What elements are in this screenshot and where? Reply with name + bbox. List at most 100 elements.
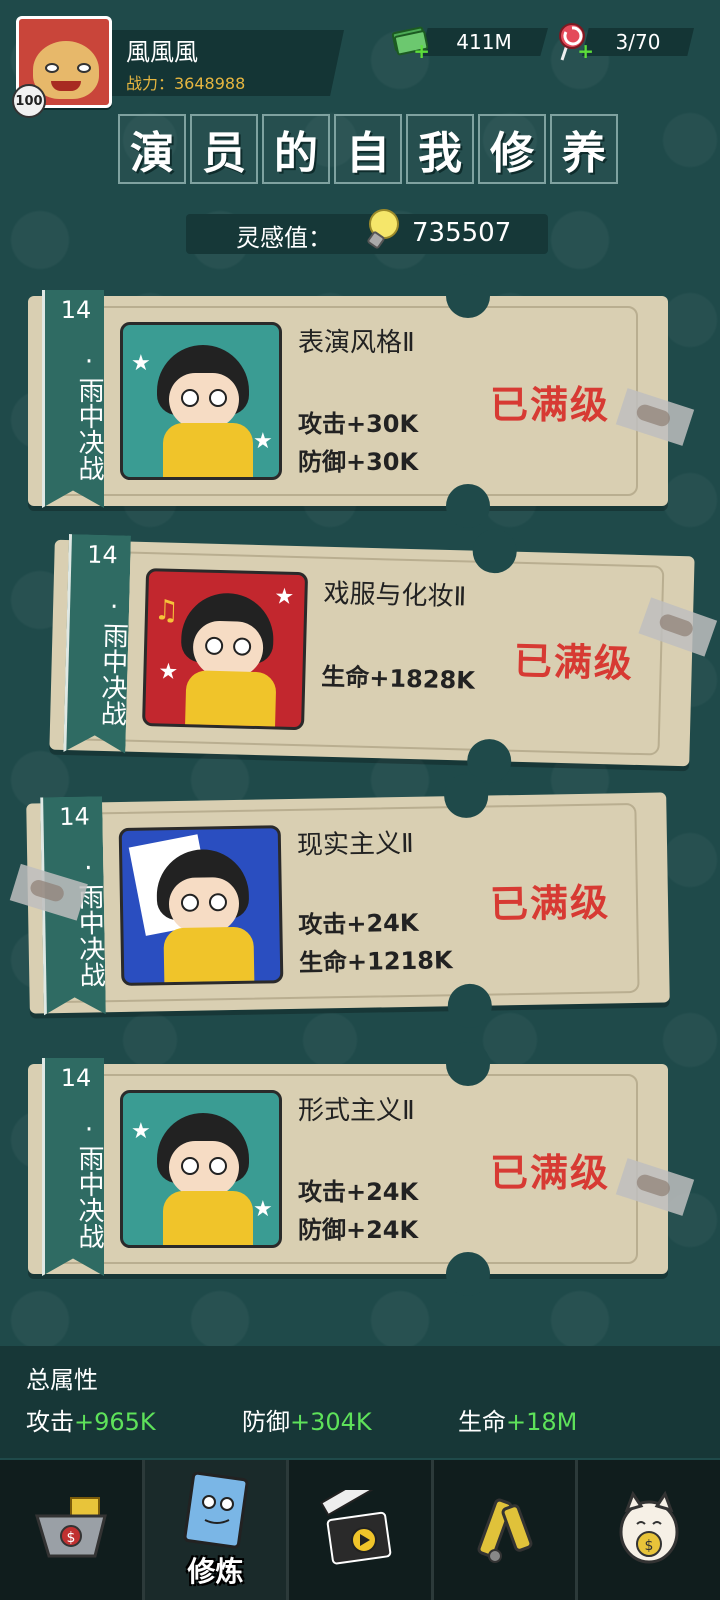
stat-line: 生命+1218K [298,946,453,977]
player-info-panel: 風風風 战力：3648988 [112,30,344,96]
skill-portrait: ★ ★ ♫ [142,568,309,731]
portrait-eye [181,1157,199,1175]
title-char: 自 [334,114,402,184]
life-label: 生命 [458,1408,506,1436]
chapter-number: 14 [60,1064,92,1092]
stage-name: ·雨中决战 [95,591,130,727]
ticket-notch [447,983,493,1029]
portrait-body [163,926,255,986]
inspiration-label: 灵感值： [236,224,332,252]
stat-line: 攻击+24K [298,908,419,939]
portrait-body [163,1191,253,1245]
total-life: 生命+18M [458,1402,577,1437]
portrait-eye [209,1157,227,1175]
music-note-icon: ♫ [153,593,180,627]
skill-card[interactable]: 14 ·雨中决战 ★ ★ 表演风格Ⅱ 攻击+30K 防御+30K 已满级 [28,274,695,528]
star-icon: ★ [253,1197,273,1222]
title-char: 演 [118,114,186,184]
portrait-face [169,373,239,429]
skill-card[interactable]: 14 ·雨中决战 ★ ★ ♫ 戏服与化妆Ⅱ 生命+1828K 已满级 [49,528,718,784]
skill-portrait: ★ ★ [120,1090,282,1248]
attack-value: +965K [74,1408,156,1436]
star-icon: ★ [131,1119,151,1144]
star-icon: ★ [253,429,273,454]
money-add-button[interactable]: + [391,22,430,63]
top-bar: 100 風風風 战力：3648988 411M + 3/70 + [0,0,720,118]
skill-name: 形式主义Ⅱ [298,1096,415,1126]
defense-value: +304K [290,1408,372,1436]
inspiration-value: 735507 [412,218,512,248]
skill-name: 现实主义Ⅱ [296,828,415,861]
stage-ribbon: 14 ·雨中决战 [63,534,131,754]
stat-line: 防御+30K [298,448,419,476]
stage-name: ·雨中决战 [74,347,104,481]
ticket-notch [446,484,490,528]
clapperboard-icon [319,1490,392,1565]
svg-text:$: $ [645,1538,654,1554]
ticket-notch [446,1042,490,1086]
ticket-notch [446,1252,490,1296]
chapter-number: 14 [58,802,90,832]
nav-explore[interactable] [434,1460,579,1600]
life-value: +18M [506,1408,578,1436]
title-char: 我 [406,114,474,184]
lucky-cat-icon: $ [619,1490,679,1564]
portrait-face [169,1141,239,1197]
nav-training[interactable]: 修炼 [144,1460,290,1600]
skill-card[interactable]: 14 ·雨中决战 现实主义Ⅱ 攻击+24K 生命+1218K 已满级 [9,773,670,1029]
nav-shop[interactable]: $ [0,1460,145,1600]
money-value: 411M [456,30,512,54]
avatar-eye-right [77,63,91,73]
portrait-body [163,423,253,477]
skill-card[interactable]: 14 ·雨中决战 ★ ★ 形式主义Ⅱ 攻击+24K 防御+24K 已满级 [28,1042,695,1296]
skill-name: 表演风格Ⅱ [298,328,415,358]
nav-filming[interactable] [289,1460,434,1600]
chapter-number: 14 [60,296,92,324]
stat-line: 生命+1828K [320,662,476,695]
combat-power: 战力：3648988 [126,74,246,93]
max-level-label: 已满级 [513,638,635,686]
ticket-notch [446,274,490,318]
candy-add-button[interactable]: + [556,22,594,61]
nav-training-label: 修炼 [187,1555,244,1588]
chapter-number: 14 [86,540,119,570]
total-attack: 攻击+965K [26,1402,156,1437]
candy-counter: 3/70 [582,28,694,56]
defense-label: 防御 [242,1408,290,1436]
portrait-face [168,876,240,935]
portrait-body [184,670,277,731]
plus-icon: + [413,39,430,63]
summary-title: 总属性 [26,1366,98,1394]
telescope-icon [477,1498,532,1563]
candy-value: 3/70 [615,30,661,54]
portrait-eye [209,389,227,407]
player-name: 風風風 [126,38,198,66]
title-char: 养 [550,114,618,184]
level-badge: 100 [12,84,46,118]
star-icon: ★ [158,659,179,685]
notebook-icon [183,1471,249,1549]
stat-line: 攻击+30K [298,410,419,438]
svg-text:$: $ [66,1530,75,1546]
inspiration-bar: 灵感值： 735507 [186,209,548,254]
stage-name: ·雨中决战 [74,1115,104,1249]
page-title: 演 员 的 自 我 修 养 [118,114,618,184]
star-icon: ★ [131,351,151,376]
bottom-navigation: $ 修炼 $ [0,1460,720,1600]
total-attributes-panel: 总属性 攻击+965K 防御+304K 生命+18M [0,1346,720,1458]
nav-fortune[interactable]: $ [578,1460,720,1600]
skill-portrait [118,825,284,986]
title-char: 员 [190,114,258,184]
shop-cart-icon: $ [34,1497,107,1558]
stage-ribbon: 14 ·雨中决战 [42,1058,104,1276]
attack-label: 攻击 [26,1408,74,1436]
skill-name: 戏服与化妆Ⅱ [323,578,467,613]
portrait-face [192,620,264,679]
money-counter: 411M [420,28,548,56]
skill-portrait: ★ ★ [120,322,282,480]
max-level-label: 已满级 [489,383,610,427]
stat-line: 防御+24K [298,1216,419,1244]
star-icon: ★ [274,584,295,610]
title-char: 的 [262,114,330,184]
stat-line: 攻击+24K [298,1178,419,1206]
